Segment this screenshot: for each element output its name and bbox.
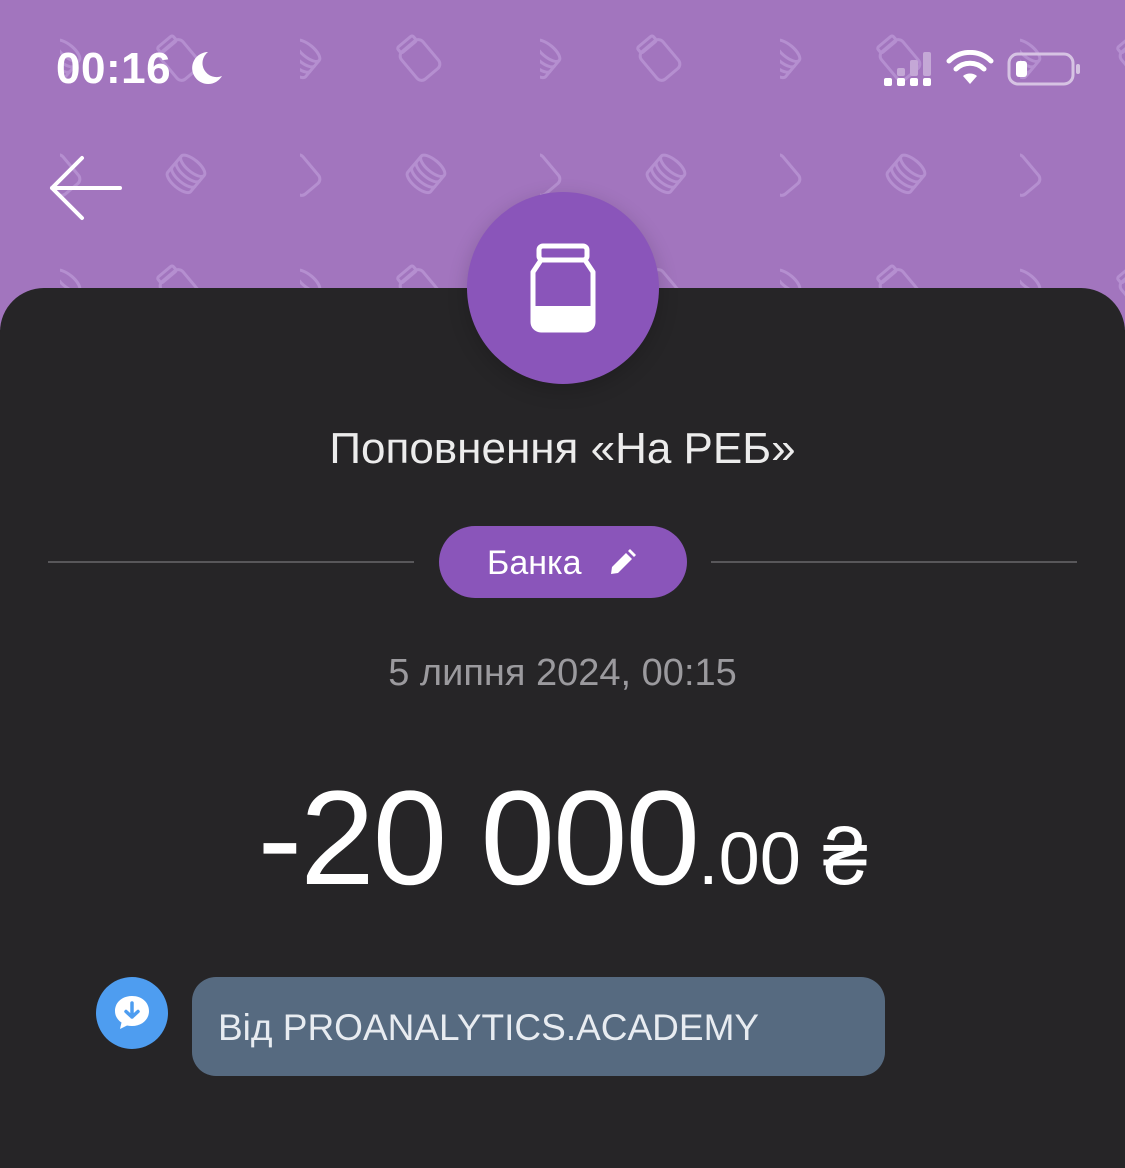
status-time: 00:16 xyxy=(56,44,172,93)
category-label: Банка xyxy=(487,544,582,582)
battery-icon xyxy=(1007,52,1080,86)
transaction-title: Поповнення «На РЕБ» xyxy=(329,424,796,473)
message-download-icon xyxy=(115,996,149,1029)
wifi-icon xyxy=(946,50,994,84)
status-bar: 00:16 xyxy=(0,0,1125,140)
cellular-signal-icon xyxy=(884,52,931,86)
transaction-amount: -20 000.00 ₴ xyxy=(0,762,1125,915)
amount-main: -20 000 xyxy=(257,764,700,913)
divider-left xyxy=(48,561,414,563)
moon-icon xyxy=(192,52,222,84)
jar-icon xyxy=(530,243,596,333)
pencil-icon xyxy=(611,549,636,574)
back-arrow-icon[interactable] xyxy=(44,150,128,226)
comment-icon[interactable] xyxy=(96,977,168,1049)
comment-bubble: Від PROANALYTICS.ACADEMY xyxy=(192,977,885,1076)
jar-avatar xyxy=(467,192,659,384)
transaction-datetime: 5 липня 2024, 00:15 xyxy=(388,652,737,694)
comment-text: Від PROANALYTICS.ACADEMY xyxy=(218,1007,760,1048)
amount-cents: .00 xyxy=(698,817,801,900)
divider-right xyxy=(711,561,1077,563)
category-button[interactable]: Банка xyxy=(439,526,687,598)
currency-symbol: ₴ xyxy=(822,812,868,901)
